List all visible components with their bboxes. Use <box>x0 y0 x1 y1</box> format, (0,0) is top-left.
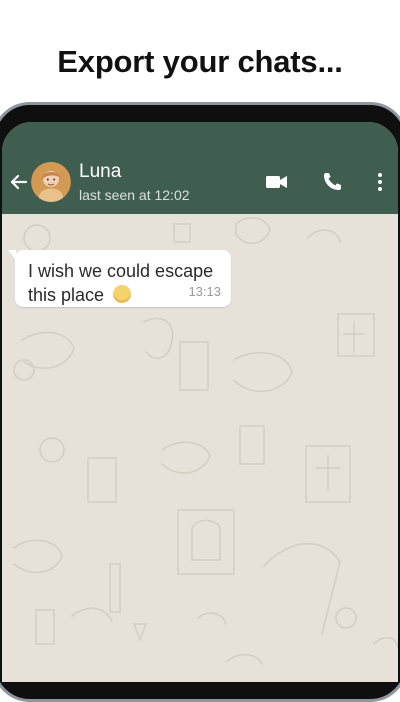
page-headline: Export your chats... <box>57 44 343 79</box>
contact-name[interactable]: Luna <box>79 161 121 183</box>
video-call-icon[interactable] <box>264 170 290 194</box>
message-content: I wish we could escape this place <box>28 259 218 307</box>
message-time: 13:13 <box>188 284 221 299</box>
phone-call-icon[interactable] <box>320 170 344 194</box>
back-arrow-icon[interactable] <box>8 172 28 192</box>
phone-screen: Luna last seen at 12:02 I wish we could … <box>2 122 398 682</box>
relieved-face-emoji-icon <box>113 285 132 303</box>
avatar-portrait <box>31 162 71 202</box>
contact-avatar[interactable] <box>31 162 71 202</box>
chat-header: Luna last seen at 12:02 <box>2 122 398 214</box>
more-vertical-icon[interactable] <box>374 170 386 194</box>
last-seen-status: last seen at 12:02 <box>79 187 190 203</box>
message-bubble[interactable]: I wish we could escape this place 13:13 <box>8 250 231 307</box>
